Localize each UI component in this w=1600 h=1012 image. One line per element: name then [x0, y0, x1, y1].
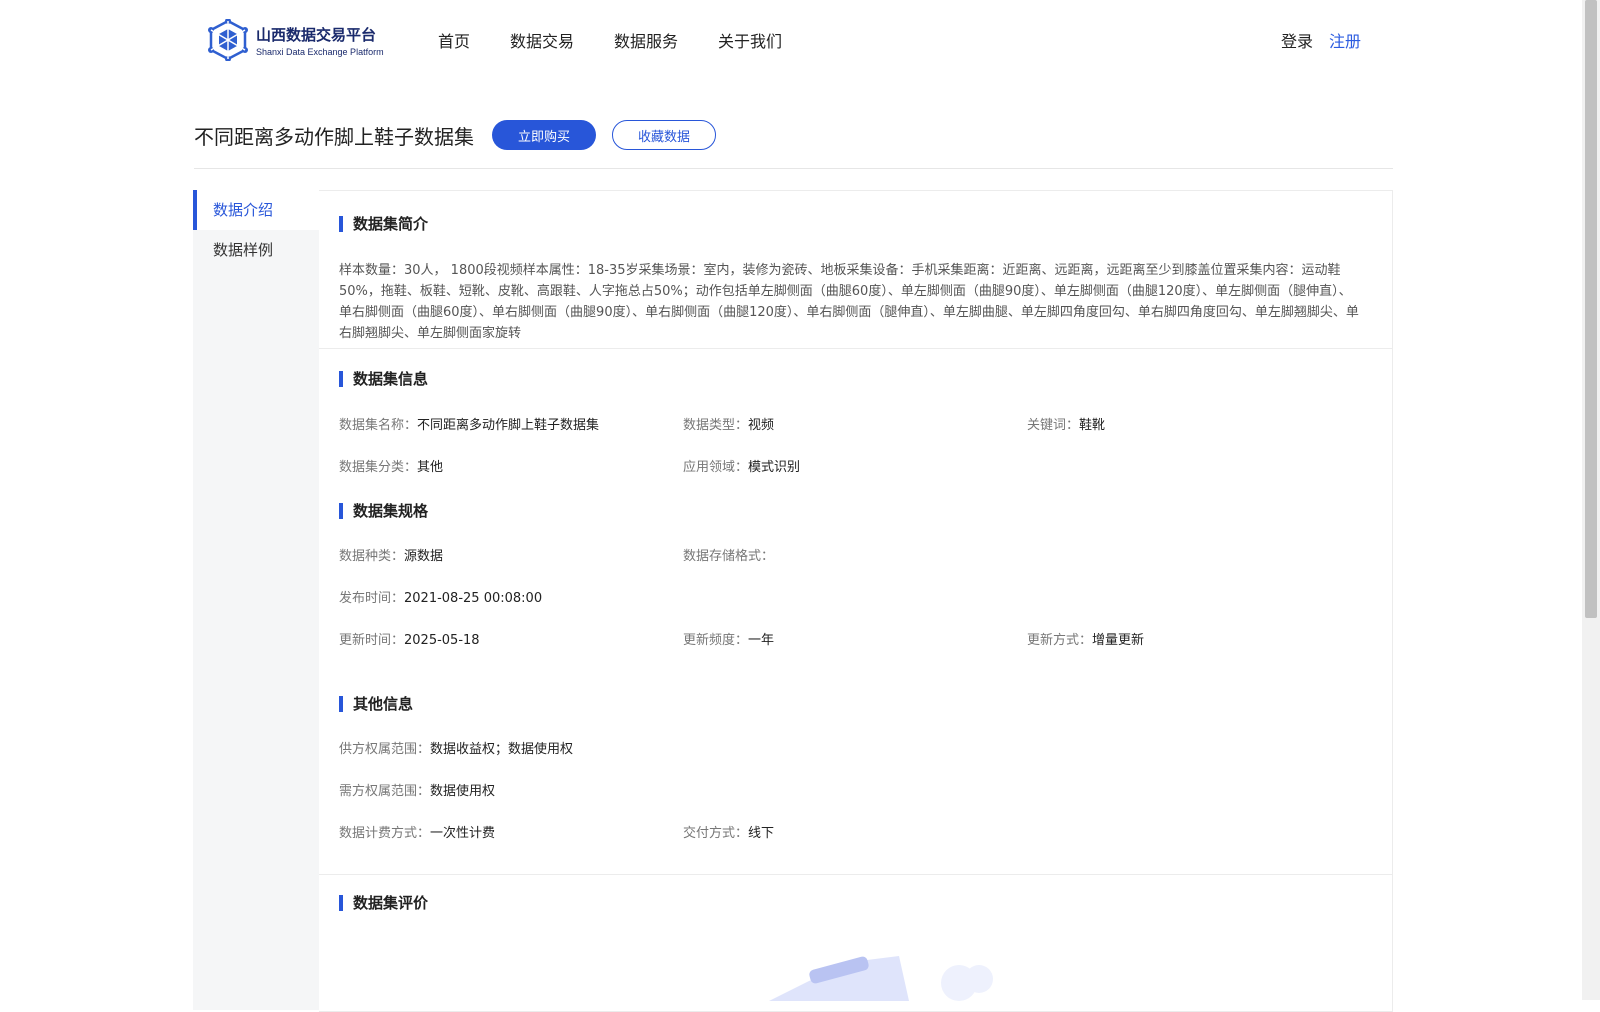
- field-label: 发布时间：: [339, 591, 405, 606]
- field-label: 应用领域：: [683, 460, 749, 475]
- field-label: 更新频度：: [683, 633, 749, 648]
- section-marker: [339, 695, 343, 712]
- main-nav: 首页 数据交易 数据服务 关于我们: [438, 28, 822, 52]
- auth-links: 登录 注册: [1281, 28, 1361, 52]
- field-label: 数据类型：: [683, 418, 749, 433]
- sidebar-item-intro[interactable]: 数据介绍: [193, 190, 319, 230]
- billing-method-value: 一次性计费: [430, 826, 496, 841]
- update-time-value: 2025-05-18: [404, 633, 480, 648]
- dataset-title-row: 不同距离多动作脚上鞋子数据集 立即购买 收藏数据: [194, 118, 1394, 152]
- field-label: 数据集名称：: [339, 418, 418, 433]
- empty-state-illustration: [749, 941, 1029, 1005]
- nav-about-us[interactable]: 关于我们: [718, 28, 782, 52]
- field-label: 数据存储格式：: [683, 549, 775, 564]
- section-title: 数据集简介: [353, 215, 429, 233]
- field-label: 数据集分类：: [339, 460, 418, 475]
- category-value: 其他: [417, 460, 444, 475]
- scrollbar-thumb[interactable]: [1585, 0, 1597, 618]
- page-scrollbar[interactable]: [1582, 0, 1600, 1000]
- review-section: 数据集评价: [339, 892, 428, 913]
- section-divider: [319, 874, 1392, 875]
- intro-text: 样本数量：30人， 1800段视频样本属性：18-35岁采集场景：室内，装修为瓷…: [339, 263, 1359, 341]
- logo-title: 山西数据交易平台: [256, 26, 377, 44]
- field-label: 数据种类：: [339, 549, 405, 564]
- field-label: 供方权属范围：: [339, 742, 431, 757]
- data-kind-value: 源数据: [404, 549, 444, 564]
- logo-subtitle: Shanxi Data Exchange Platform: [256, 47, 384, 57]
- other-section: 其他信息: [339, 693, 413, 714]
- field-label: 需方权属范围：: [339, 784, 431, 799]
- login-link[interactable]: 登录: [1281, 28, 1313, 52]
- field-label: 交付方式：: [683, 826, 749, 841]
- publish-time-value: 2021-08-25 00:08:00: [404, 591, 543, 606]
- nav-data-trade[interactable]: 数据交易: [510, 28, 574, 52]
- field-label: 更新时间：: [339, 633, 405, 648]
- demand-rights-value: 数据使用权: [430, 784, 496, 799]
- title-divider: [194, 168, 1393, 169]
- field-label: 更新方式：: [1027, 633, 1093, 648]
- section-title: 数据集规格: [353, 502, 429, 520]
- section-title: 其他信息: [353, 695, 414, 713]
- info-section: 数据集信息: [339, 368, 428, 389]
- hexagon-logo-icon: [208, 19, 248, 61]
- intro-section: 数据集简介: [339, 213, 428, 234]
- keyword-value: 鞋靴: [1079, 418, 1106, 433]
- top-header: 山西数据交易平台 Shanxi Data Exchange Platform 首…: [0, 0, 1568, 78]
- section-title: 数据集信息: [353, 370, 429, 388]
- section-marker: [339, 894, 343, 911]
- delivery-method-value: 线下: [748, 826, 775, 841]
- field-label: 数据计费方式：: [339, 826, 431, 841]
- nav-home[interactable]: 首页: [438, 28, 470, 52]
- empty-clipboard-icon: [769, 956, 993, 1001]
- sidebar: 数据介绍 数据样例: [193, 190, 319, 1010]
- section-marker: [339, 370, 343, 387]
- site-logo[interactable]: 山西数据交易平台 Shanxi Data Exchange Platform: [208, 19, 384, 63]
- field-label: 关键词：: [1027, 418, 1080, 433]
- register-link[interactable]: 注册: [1329, 28, 1361, 52]
- supply-rights-value: 数据收益权；数据使用权: [430, 742, 574, 757]
- data-type-value: 视频: [748, 418, 775, 433]
- update-frequency-value: 一年: [748, 633, 775, 648]
- favorite-button[interactable]: 收藏数据: [612, 120, 716, 150]
- nav-data-service[interactable]: 数据服务: [614, 28, 678, 52]
- buy-now-button[interactable]: 立即购买: [492, 120, 596, 150]
- update-method-value: 增量更新: [1092, 633, 1145, 648]
- dataset-name-value: 不同距离多动作脚上鞋子数据集: [417, 418, 600, 433]
- main-content: 数据集简介 样本数量：30人， 1800段视频样本属性：18-35岁采集场景：室…: [319, 190, 1393, 1012]
- section-divider: [319, 348, 1392, 349]
- domain-value: 模式识别: [748, 460, 801, 475]
- page-title: 不同距离多动作脚上鞋子数据集: [194, 124, 474, 149]
- spec-section: 数据集规格: [339, 500, 428, 521]
- section-title: 数据集评价: [353, 894, 429, 912]
- section-marker: [339, 215, 343, 232]
- section-marker: [339, 502, 343, 519]
- sidebar-item-sample[interactable]: 数据样例: [193, 230, 319, 270]
